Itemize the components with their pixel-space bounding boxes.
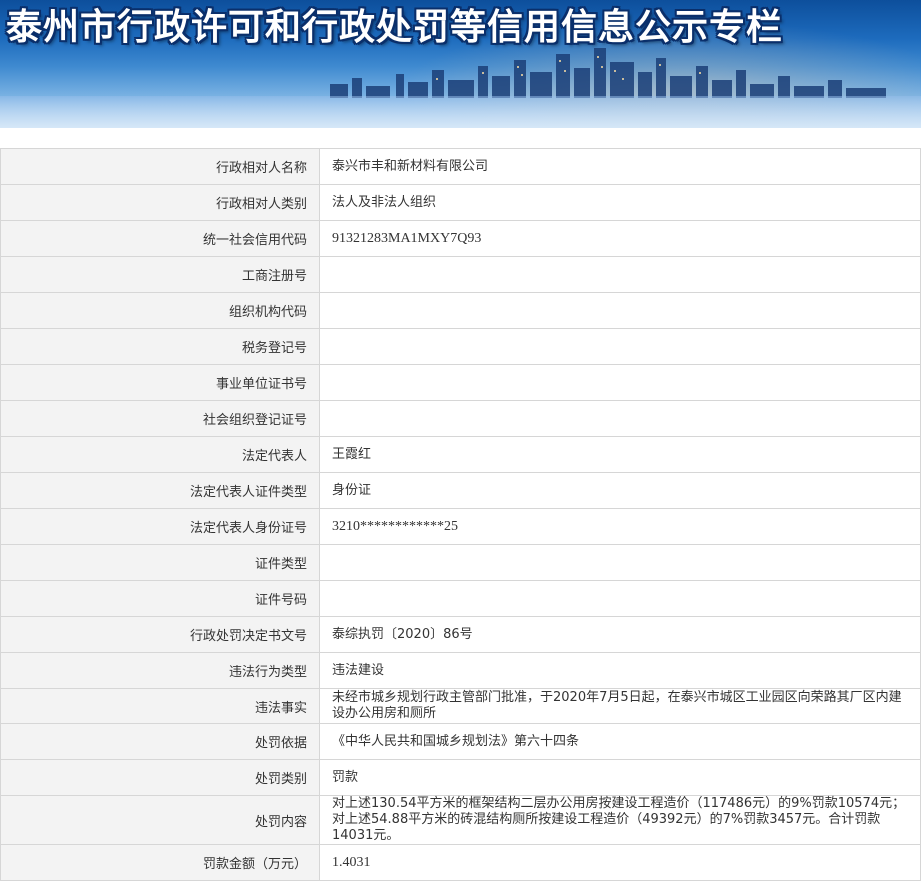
row-entity-name: 行政相对人名称 泰兴市丰和新材料有限公司 <box>0 148 921 185</box>
decision-doc-no-label: 行政处罚决定书文号 <box>0 616 320 653</box>
page-title: 泰州市行政许可和行政处罚等信用信息公示专栏 <box>6 7 784 48</box>
id-number-label: 证件号码 <box>0 580 320 617</box>
business-reg-no-label: 工商注册号 <box>0 256 320 293</box>
decision-doc-no-value: 泰综执罚〔2020〕86号 <box>319 616 921 653</box>
row-credit-code: 统一社会信用代码 91321283MA1MXY7Q93 <box>0 220 921 257</box>
penalty-basis-value: 《中华人民共和国城乡规划法》第六十四条 <box>319 723 921 760</box>
entity-name-value: 泰兴市丰和新材料有限公司 <box>319 148 921 185</box>
id-number-value <box>319 580 921 617</box>
violation-type-value: 违法建设 <box>319 652 921 689</box>
row-tax-reg-no: 税务登记号 <box>0 328 921 365</box>
record-rows: 行政相对人名称 泰兴市丰和新材料有限公司 行政相对人类别 法人及非法人组织 统一… <box>0 148 921 881</box>
entity-category-value: 法人及非法人组织 <box>319 184 921 221</box>
row-id-type: 证件类型 <box>0 544 921 581</box>
legal-rep-id-no-value: 3210************25 <box>319 508 921 545</box>
credit-code-label: 统一社会信用代码 <box>0 220 320 257</box>
row-legal-rep: 法定代表人 王霞红 <box>0 436 921 473</box>
penalty-basis-label: 处罚依据 <box>0 723 320 760</box>
legal-rep-id-type-label: 法定代表人证件类型 <box>0 472 320 509</box>
legal-rep-id-type-value: 身份证 <box>319 472 921 509</box>
row-legal-rep-id-no: 法定代表人身份证号 3210************25 <box>0 508 921 545</box>
header-banner: 泰州市行政许可和行政处罚等信用信息公示专栏 <box>0 0 921 128</box>
row-penalty-basis: 处罚依据 《中华人民共和国城乡规划法》第六十四条 <box>0 723 921 760</box>
penalty-category-value: 罚款 <box>319 759 921 796</box>
row-entity-category: 行政相对人类别 法人及非法人组织 <box>0 184 921 221</box>
org-code-label: 组织机构代码 <box>0 292 320 329</box>
id-type-label: 证件类型 <box>0 544 320 581</box>
row-org-code: 组织机构代码 <box>0 292 921 329</box>
river-reflection <box>0 96 921 128</box>
business-reg-no-value <box>319 256 921 293</box>
legal-rep-label: 法定代表人 <box>0 436 320 473</box>
penalty-content-label: 处罚内容 <box>0 795 320 845</box>
tax-reg-no-label: 税务登记号 <box>0 328 320 365</box>
legal-rep-id-no-label: 法定代表人身份证号 <box>0 508 320 545</box>
violation-facts-value: 未经市城乡规划行政主管部门批准，于2020年7月5日起，在泰兴市城区工业园区向荣… <box>319 688 921 724</box>
tax-reg-no-value <box>319 328 921 365</box>
org-code-value <box>319 292 921 329</box>
id-type-value <box>319 544 921 581</box>
social-org-cert-no-value <box>319 400 921 437</box>
row-business-reg-no: 工商注册号 <box>0 256 921 293</box>
credit-record-table: 行政相对人名称 泰兴市丰和新材料有限公司 行政相对人类别 法人及非法人组织 统一… <box>0 148 921 881</box>
penalty-content-value: 对上述130.54平方米的框架结构二层办公用房按建设工程造价（117486元）的… <box>319 795 921 845</box>
row-institution-cert-no: 事业单位证书号 <box>0 364 921 401</box>
row-legal-rep-id-type: 法定代表人证件类型 身份证 <box>0 472 921 509</box>
penalty-category-label: 处罚类别 <box>0 759 320 796</box>
row-violation-facts: 违法事实 未经市城乡规划行政主管部门批准，于2020年7月5日起，在泰兴市城区工… <box>0 688 921 724</box>
fine-amount-value: 1.4031 <box>319 844 921 881</box>
violation-type-label: 违法行为类型 <box>0 652 320 689</box>
row-penalty-content: 处罚内容 对上述130.54平方米的框架结构二层办公用房按建设工程造价（1174… <box>0 795 921 845</box>
row-id-number: 证件号码 <box>0 580 921 617</box>
fine-amount-label: 罚款金额（万元） <box>0 844 320 881</box>
social-org-cert-no-label: 社会组织登记证号 <box>0 400 320 437</box>
institution-cert-no-label: 事业单位证书号 <box>0 364 320 401</box>
entity-category-label: 行政相对人类别 <box>0 184 320 221</box>
credit-code-value: 91321283MA1MXY7Q93 <box>319 220 921 257</box>
row-decision-doc-no: 行政处罚决定书文号 泰综执罚〔2020〕86号 <box>0 616 921 653</box>
row-violation-type: 违法行为类型 违法建设 <box>0 652 921 689</box>
institution-cert-no-value <box>319 364 921 401</box>
entity-name-label: 行政相对人名称 <box>0 148 320 185</box>
row-penalty-category: 处罚类别 罚款 <box>0 759 921 796</box>
violation-facts-label: 违法事实 <box>0 688 320 724</box>
row-fine-amount: 罚款金额（万元） 1.4031 <box>0 844 921 881</box>
legal-rep-value: 王霞红 <box>319 436 921 473</box>
row-social-org-cert-no: 社会组织登记证号 <box>0 400 921 437</box>
